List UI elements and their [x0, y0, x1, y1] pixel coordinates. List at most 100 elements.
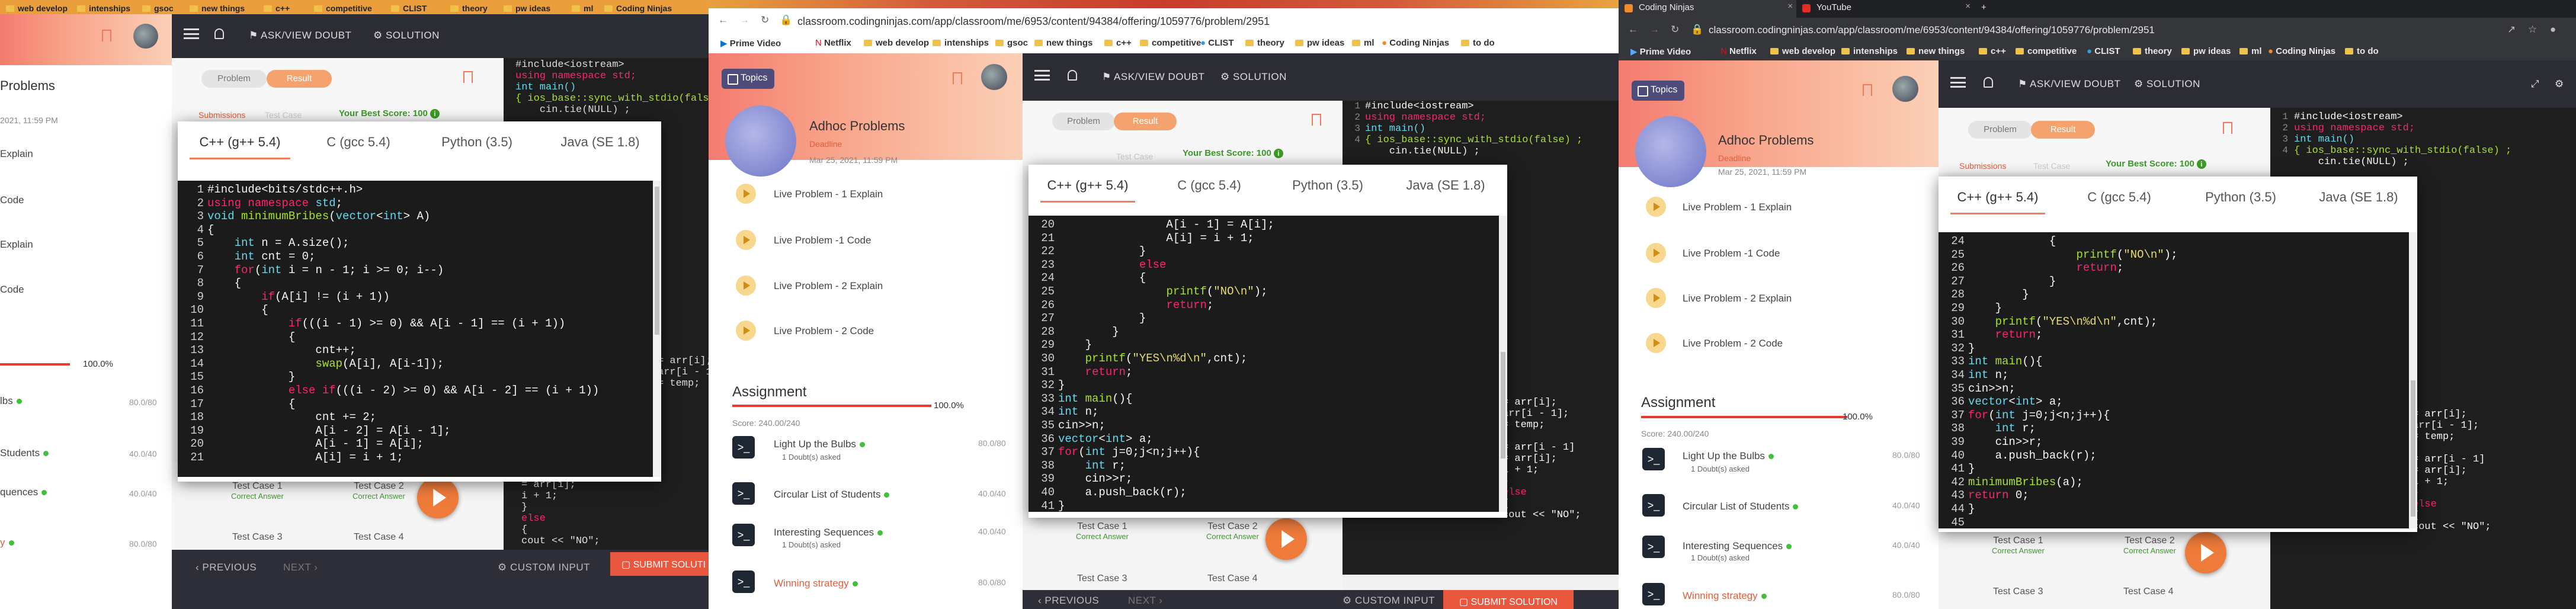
testcase-2[interactable]: Test Case 2 Correct Answer — [353, 481, 405, 501]
code-line[interactable]: printf("YES\n%d\n",cnt); — [1058, 352, 1248, 366]
back-icon-3[interactable]: ← — [1628, 24, 1638, 36]
code-line[interactable]: int n; — [1058, 405, 1098, 419]
code-line[interactable]: cin>>r; — [1968, 435, 2043, 449]
code-line[interactable]: vector<int> a; — [1058, 432, 1153, 446]
problem-3[interactable]: Interesting Sequences — [774, 527, 883, 539]
code-line[interactable]: int main(){ — [1058, 392, 1132, 406]
testcase-1[interactable]: Test Case 1 Correct Answer — [231, 481, 284, 501]
code-line[interactable]: A[i - 1] = A[i]; — [1058, 218, 1274, 232]
code-line[interactable]: { — [207, 398, 295, 411]
problem-fragment-1[interactable]: lbs — [0, 395, 22, 407]
code-line[interactable]: minimumBribes(a); — [1968, 476, 2083, 489]
code-line[interactable]: else if(((i - 2) >= 0) && A[i - 2] == (i… — [207, 384, 600, 398]
lecture-fragment-4[interactable]: Code — [0, 284, 24, 296]
topics-button[interactable]: Topics — [722, 69, 775, 89]
lecture-2[interactable]: Live Problem -1 Code — [774, 235, 871, 246]
testcase-3-2[interactable]: Test Case 2 Correct Answer — [2123, 536, 2176, 555]
code-line[interactable]: if(((i - 1) >= 0) && A[i - 1] == (i + 1)… — [207, 317, 566, 331]
lecture-fragment-1[interactable]: Explain — [0, 148, 33, 160]
lang-cpp-tab[interactable]: C++ (g++ 5.4) — [178, 121, 302, 159]
problem-4[interactable]: Winning strategy — [774, 578, 858, 589]
code-line[interactable]: cnt++; — [207, 344, 355, 357]
custom-input-button-2[interactable]: ⚙ CUSTOM INPUT — [1343, 595, 1435, 607]
code-line[interactable]: } — [1968, 462, 1975, 476]
code-line[interactable]: { — [207, 277, 241, 290]
url-text[interactable]: classroom.codingninjas.com/app/classroom… — [797, 15, 1270, 28]
code-line[interactable]: { — [1968, 235, 2056, 248]
tab-submissions[interactable]: Submissions — [198, 110, 245, 120]
code-line[interactable]: printf("YES\n%d\n",cnt); — [1968, 315, 2158, 329]
code-line[interactable]: printf("NO\n"); — [1968, 248, 2177, 262]
play-icon-2[interactable] — [736, 230, 756, 250]
testcase-2-b[interactable]: Test Case 2 Correct Answer — [1206, 521, 1259, 541]
code-line[interactable]: return; — [1968, 261, 2123, 275]
ask-doubt-button-3[interactable]: ⚑ ASK/VIEW DOUBT — [2018, 78, 2120, 90]
avatar[interactable] — [133, 24, 158, 49]
code-line[interactable]: } — [1058, 245, 1146, 258]
custom-input-button[interactable]: ⚙ CUSTOM INPUT — [498, 562, 590, 573]
topics-button-3[interactable]: Topics — [1632, 81, 1685, 101]
profile-avatar-3[interactable] — [1892, 76, 1918, 102]
solution-button-3[interactable]: ⚙ SOLUTION — [2134, 78, 2200, 90]
lang-python-tab-2[interactable]: Python (3.5) — [1271, 165, 1384, 203]
tab-problem-2[interactable]: Problem — [1052, 113, 1115, 130]
tab-result-2[interactable]: Result — [1114, 113, 1177, 130]
new-tab-button[interactable]: + — [1974, 0, 1998, 13]
code-line[interactable]: else — [1058, 258, 1167, 272]
editor-scrollbar-3[interactable] — [2409, 232, 2417, 528]
code-line[interactable]: } — [1058, 312, 1146, 325]
tab-testcase-3[interactable]: Test Case — [2033, 161, 2070, 171]
editor-scrollbar-2[interactable] — [1499, 216, 1507, 512]
problem-fragment-4[interactable]: y — [0, 537, 14, 549]
tab-problem[interactable]: Problem — [201, 70, 267, 88]
tab-coding-ninjas[interactable]: Coding Ninjas × — [1619, 0, 1796, 18]
code-line[interactable]: A[i - 1] = A[i]; — [207, 437, 423, 451]
code-editor-1[interactable]: 1 #include<bits/stdc++.h> 2 using namespace… — [178, 181, 661, 477]
play-icon-3-4[interactable] — [1646, 333, 1666, 353]
lang-python-tab-3[interactable]: Python (3.5) — [2181, 177, 2300, 214]
play-icon-1[interactable] — [736, 184, 756, 204]
code-line[interactable]: { — [1058, 271, 1146, 285]
lecture-3-1[interactable]: Live Problem - 1 Explain — [1683, 201, 1792, 213]
bookmark-icon-2[interactable] — [463, 71, 473, 83]
code-line[interactable]: } — [1058, 338, 1092, 352]
tab-submissions-3[interactable]: Submissions — [1959, 161, 2006, 171]
profile-avatar[interactable] — [981, 64, 1007, 90]
code-line[interactable]: A[i] = i + 1; — [207, 451, 403, 464]
menu-icon-3[interactable] — [1950, 77, 1966, 88]
code-line[interactable]: } — [1968, 275, 2056, 289]
code-line[interactable]: } — [1968, 502, 1975, 516]
forward-icon[interactable]: → — [739, 14, 749, 26]
code-line[interactable]: } — [1968, 302, 2002, 315]
testcase-1-b[interactable]: Test Case 1 Correct Answer — [1076, 521, 1129, 541]
code-line[interactable]: { — [207, 303, 268, 317]
testcase-3-b[interactable]: Test Case 3 — [1077, 573, 1127, 584]
previous-button[interactable]: ‹ PREVIOUS — [196, 562, 257, 573]
code-line[interactable]: return; — [1968, 328, 2043, 342]
lang-c-tab-3[interactable]: C (gcc 5.4) — [2057, 177, 2181, 214]
code-editor-2[interactable]: 20 A[i - 1] = A[i]; 21 A[i] = i + 1; 22 } 2… — [1029, 216, 1507, 512]
code-line[interactable]: int cnt = 0; — [207, 250, 316, 264]
code-line[interactable]: printf("NO\n"); — [1058, 285, 1267, 299]
settings-icon[interactable]: ⚙ — [2555, 78, 2564, 90]
problem-2[interactable]: Circular List of Students — [774, 489, 890, 501]
problem-3-3[interactable]: Interesting Sequences — [1683, 540, 1792, 552]
run-button[interactable] — [417, 477, 459, 518]
problem-3-2[interactable]: Circular List of Students — [1683, 501, 1799, 512]
code-line[interactable]: a.push_back(r); — [1968, 449, 2097, 463]
code-line[interactable]: return; — [1058, 366, 1133, 379]
bookmark-icon-6[interactable] — [2223, 122, 2232, 134]
lecture-fragment-2[interactable]: Code — [0, 194, 24, 206]
code-line[interactable]: { — [207, 331, 295, 344]
reload-icon[interactable]: ↻ — [761, 14, 769, 26]
code-line[interactable]: return; — [1058, 299, 1213, 312]
testcase-4[interactable]: Test Case 4 — [354, 532, 403, 543]
lecture-3-2[interactable]: Live Problem -1 Code — [1683, 248, 1780, 259]
code-line[interactable]: a.push_back(r); — [1058, 486, 1187, 499]
tab-result[interactable]: Result — [267, 70, 332, 88]
bookmark-icon-3[interactable] — [953, 72, 962, 84]
code-line[interactable]: A[i - 2] = A[i - 1]; — [207, 424, 450, 438]
code-line[interactable]: } — [1968, 288, 2029, 302]
ask-doubt-button[interactable]: ⚑ ASK/VIEW DOUBT — [249, 30, 351, 41]
next-button[interactable]: NEXT › — [283, 562, 318, 573]
